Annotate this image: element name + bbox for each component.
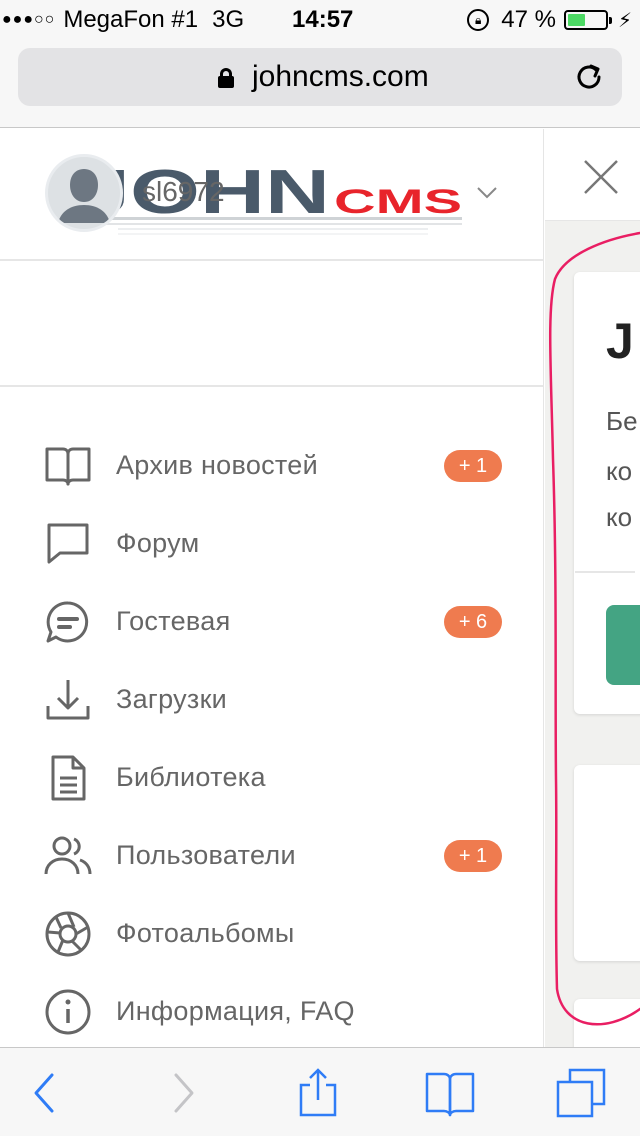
avatar-silhouette-icon [48, 157, 120, 229]
menu-item-photo-albums[interactable]: Фотоальбомы [0, 896, 544, 974]
bookmarks-icon[interactable] [424, 1068, 476, 1118]
browser-toolbar [0, 1047, 640, 1136]
secure-lock-icon [218, 68, 234, 88]
network-type: 3G [212, 6, 245, 33]
chat-bubble-icon [47, 523, 89, 564]
menu-item-label: Пользователи [116, 840, 296, 870]
menu-item-news-archive[interactable]: Архив новостей + 1 [0, 428, 544, 506]
reload-icon[interactable] [572, 60, 606, 94]
url-text[interactable]: johncms.com [252, 60, 429, 94]
card-text-line: ко [606, 456, 633, 486]
menu-item-label: Загрузки [116, 684, 228, 714]
charging-bolt-icon: ⚡︎ [617, 9, 632, 32]
menu-item-label: Библиотека [116, 762, 266, 792]
battery-icon [563, 10, 612, 30]
content-card [574, 999, 640, 1047]
content-header [545, 129, 640, 221]
menu-item-downloads[interactable]: Загрузки [0, 662, 544, 740]
forward-arrow-icon[interactable] [158, 1068, 210, 1118]
notification-badge: + 1 [444, 450, 502, 482]
close-icon[interactable] [583, 159, 619, 195]
divider [0, 385, 543, 387]
content-card [574, 765, 640, 961]
card-text-line: ко [606, 502, 633, 532]
menu-item-library[interactable]: Библиотека [0, 740, 544, 818]
notification-badge: + 6 [444, 606, 502, 638]
menu-item-label: Гостевая [116, 606, 231, 636]
menu-item-label: Фотоальбомы [116, 918, 295, 948]
chevron-down-icon[interactable] [476, 186, 498, 200]
menu-item-forum[interactable]: Форум [0, 506, 544, 584]
book-icon [45, 447, 91, 486]
guestbook-chat-icon [46, 601, 89, 643]
browser-address-area: johncms.com [0, 40, 640, 128]
divider [0, 259, 543, 261]
url-bar[interactable]: johncms.com [18, 48, 622, 106]
info-icon [45, 989, 91, 1035]
download-icon [46, 680, 90, 720]
tabs-icon[interactable] [556, 1068, 608, 1118]
menu-item-label: Архив новостей [116, 450, 318, 480]
avatar[interactable] [45, 154, 123, 232]
clock: 14:57 [292, 6, 354, 33]
notification-badge: + 1 [444, 840, 502, 872]
card-divider [575, 571, 635, 573]
status-bar: ●●●○○ MegaFon #1 3G 14:57 🔒︎ 47 % ⚡︎ [0, 0, 640, 40]
card-title: J [606, 313, 634, 369]
menu-item-guestbook[interactable]: Гостевая + 6 [0, 584, 544, 662]
logo-sub-text: CMS [334, 183, 462, 221]
share-icon[interactable] [292, 1068, 344, 1118]
signal-strength-icon: ●●●○○ [2, 11, 56, 28]
document-icon [51, 755, 86, 801]
menu-item-label: Информация, FAQ [116, 996, 355, 1026]
menu-item-label: Форум [116, 528, 200, 558]
card-action-button[interactable] [606, 605, 640, 685]
battery-percentage: 47 % [501, 6, 556, 33]
username[interactable]: sl6972 [142, 176, 225, 208]
camera-aperture-icon [45, 911, 91, 957]
rotation-lock-icon: 🔒︎ [467, 9, 490, 31]
johncms-logo[interactable]: JOHN CMS [78, 163, 464, 243]
page-content-peek: J Бе ко ко [545, 129, 640, 1047]
card-text-line: Бе [606, 406, 638, 436]
battery-level-fill [567, 14, 585, 26]
menu-item-info-faq[interactable]: Информация, FAQ [0, 974, 544, 1052]
back-arrow-icon[interactable] [18, 1068, 70, 1118]
users-icon [44, 836, 92, 875]
menu-item-users[interactable]: Пользователи + 1 [0, 818, 544, 896]
carrier-name: MegaFon #1 [63, 6, 199, 33]
